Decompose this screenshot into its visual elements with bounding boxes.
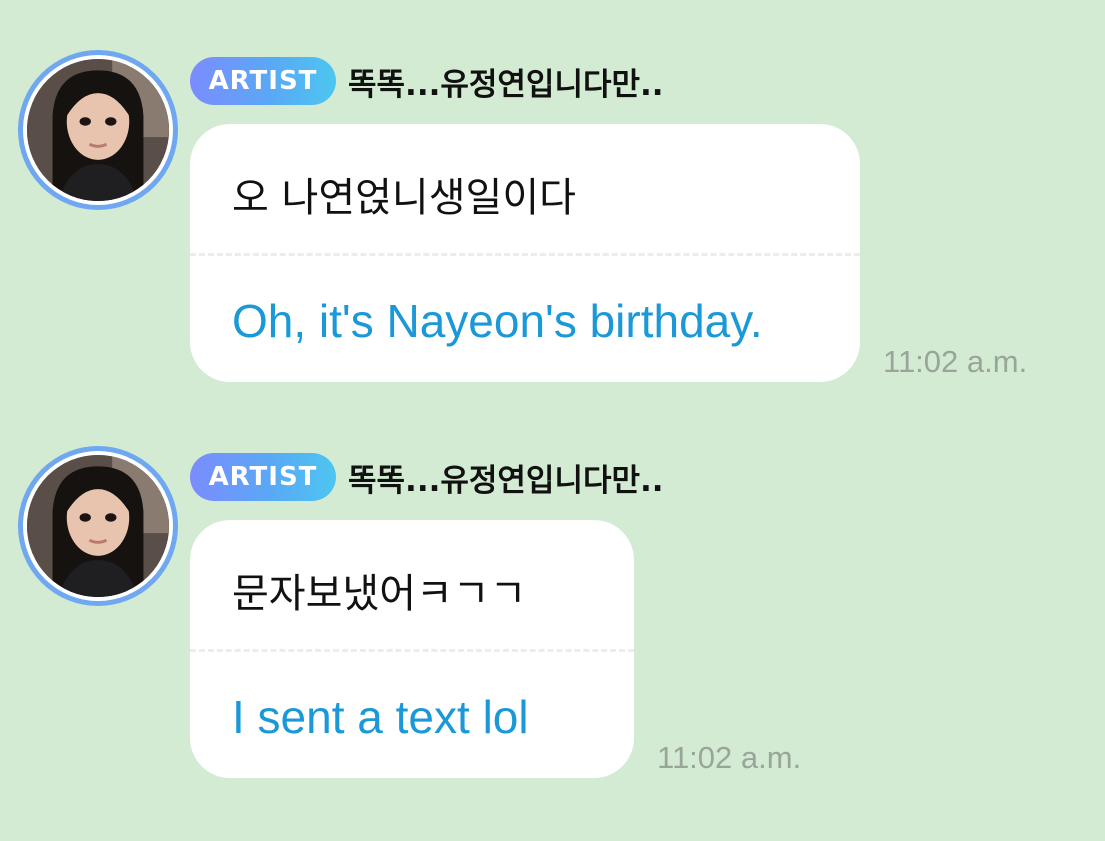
translated-text: Oh, it's Nayeon's birthday.	[232, 295, 763, 347]
message-timestamp: 11:02 a.m.	[657, 740, 802, 775]
profile-photo-icon	[27, 59, 169, 201]
original-text: 문자보냈어ㅋㄱㄱ	[232, 571, 527, 617]
sender-row: ARTIST 똑똑...유정연입니다만..	[190, 452, 664, 502]
profile-photo-icon	[27, 455, 169, 597]
avatar-photo	[27, 59, 169, 201]
translated-text: I sent a text lol	[232, 691, 529, 743]
message-timestamp: 11:02 a.m.	[883, 344, 1028, 379]
avatar[interactable]	[18, 50, 178, 210]
artist-badge: ARTIST	[190, 453, 336, 501]
avatar-photo	[27, 455, 169, 597]
sender-row: ARTIST 똑똑...유정연입니다만..	[190, 56, 664, 106]
message-bubble[interactable]: 오 나연얹니생일이다 Oh, it's Nayeon's birthday.	[190, 124, 860, 382]
chat-message: ARTIST 똑똑...유정연입니다만.. 문자보냈어ㅋㄱㄱ I sent a …	[0, 396, 1105, 816]
original-text: 오 나연얹니생일이다	[232, 175, 576, 221]
chat-message: ARTIST 똑똑...유정연입니다만.. 오 나연얹니생일이다 Oh, it'…	[0, 0, 1105, 400]
artist-badge: ARTIST	[190, 57, 336, 105]
translation-divider	[190, 253, 860, 256]
sender-name: 똑똑...유정연입니다만..	[348, 462, 664, 499]
avatar[interactable]	[18, 446, 178, 606]
message-bubble[interactable]: 문자보냈어ㅋㄱㄱ I sent a text lol	[190, 520, 634, 778]
sender-name: 똑똑...유정연입니다만..	[348, 66, 664, 103]
translation-divider	[190, 649, 634, 652]
